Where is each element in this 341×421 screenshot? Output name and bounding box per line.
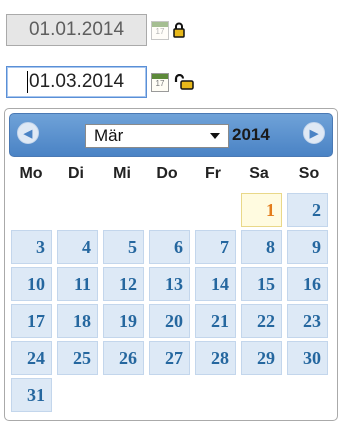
datepicker: ◀ Mär 2014 ▶ Mo Di Mi Do Fr Sa So 123456… — [4, 108, 338, 421]
weekday-label: So — [298, 165, 320, 182]
day-cell[interactable]: 14 — [195, 267, 236, 301]
day-cell[interactable]: 12 — [103, 267, 144, 301]
active-date-value: 01.03.2014 — [29, 71, 125, 92]
day-cell[interactable]: 18 — [57, 304, 98, 338]
next-arrow-icon: ▶ — [309, 127, 319, 140]
day-cell[interactable]: 29 — [241, 341, 282, 375]
calendar-icon[interactable]: 17 — [151, 72, 169, 92]
active-date-row: 01.03.2014 17 — [0, 66, 195, 98]
day-cell[interactable]: 9 — [287, 230, 328, 264]
day-cell[interactable]: 26 — [103, 341, 144, 375]
weekday-label: Di — [68, 165, 84, 182]
day-cell[interactable]: 30 — [287, 341, 328, 375]
day-cell[interactable]: 13 — [149, 267, 190, 301]
prev-arrow-icon: ◀ — [23, 127, 33, 140]
datepicker-header: ◀ Mär 2014 ▶ — [9, 113, 333, 157]
day-cell[interactable]: 21 — [195, 304, 236, 338]
calendar-icon: 17 — [151, 20, 169, 40]
next-month-button[interactable]: ▶ — [303, 122, 325, 144]
day-cell[interactable]: 27 — [149, 341, 190, 375]
day-cell[interactable]: 22 — [241, 304, 282, 338]
lock-closed-icon — [173, 22, 185, 38]
day-cell[interactable]: 16 — [287, 267, 328, 301]
weekday-label: Mi — [113, 165, 131, 182]
year-label: 2014 — [232, 125, 270, 144]
day-cell[interactable]: 4 — [57, 230, 98, 264]
day-cell[interactable]: 15 — [241, 267, 282, 301]
disabled-date-field: 01.01.2014 — [6, 14, 147, 46]
disabled-date-value: 01.01.2014 — [28, 19, 125, 40]
active-date-field[interactable]: 01.03.2014 — [6, 66, 147, 98]
weekday-label: Do — [156, 165, 178, 182]
weekday-label: Mo — [19, 165, 43, 182]
day-cell[interactable]: 23 — [287, 304, 328, 338]
month-select-value: Mär — [94, 126, 124, 145]
weekday-label: Sa — [249, 165, 269, 182]
weekday-label: Fr — [205, 165, 221, 182]
lock-open-icon[interactable] — [173, 74, 195, 90]
dropdown-arrow-icon — [210, 133, 220, 139]
day-cell[interactable]: 31 — [11, 378, 52, 412]
day-cell[interactable]: 5 — [103, 230, 144, 264]
day-cell[interactable]: 3 — [11, 230, 52, 264]
day-cell[interactable]: 19 — [103, 304, 144, 338]
day-cell[interactable]: 24 — [11, 341, 52, 375]
text-caret — [27, 71, 28, 93]
day-cell[interactable]: 25 — [57, 341, 98, 375]
day-cell[interactable]: 7 — [195, 230, 236, 264]
day-cell-selected[interactable]: 1 — [241, 193, 282, 227]
month-select[interactable]: Mär — [85, 124, 229, 148]
day-cell[interactable]: 17 — [11, 304, 52, 338]
day-cell[interactable]: 10 — [11, 267, 52, 301]
prev-month-button[interactable]: ◀ — [17, 122, 39, 144]
day-cell[interactable]: 20 — [149, 304, 190, 338]
day-cell[interactable]: 8 — [241, 230, 282, 264]
day-cell[interactable]: 2 — [287, 193, 328, 227]
disabled-date-row: 01.01.2014 17 — [0, 14, 185, 46]
day-cell[interactable]: 28 — [195, 341, 236, 375]
day-cell[interactable]: 11 — [57, 267, 98, 301]
day-cell[interactable]: 6 — [149, 230, 190, 264]
